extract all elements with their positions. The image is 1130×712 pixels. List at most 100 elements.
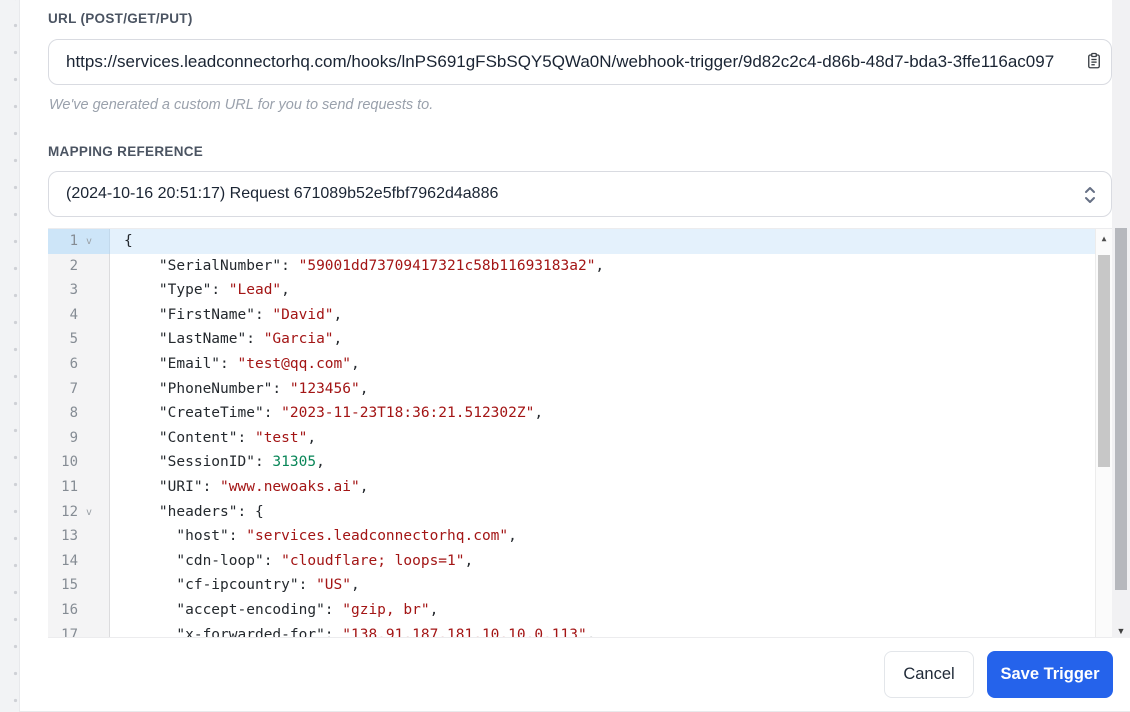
fold-placeholder	[78, 475, 100, 500]
line-number: 5	[69, 331, 78, 348]
fold-placeholder	[78, 598, 100, 623]
fold-placeholder	[78, 524, 100, 549]
code-text: "PhoneNumber": "123456",	[158, 380, 369, 397]
line-gutter: 7	[48, 376, 110, 402]
line-number: 2	[69, 257, 78, 274]
code-line-4[interactable]: 4 "FirstName": "David",	[48, 302, 1112, 328]
code-line-12[interactable]: 12 v "headers": {	[48, 499, 1112, 525]
url-helper-text: We've generated a custom URL for you to …	[49, 97, 434, 113]
code-text: "cf-ipcountry": "US",	[176, 577, 360, 594]
scroll-down-arrow-icon[interactable]: ▼	[1112, 626, 1130, 636]
line-gutter: 14	[48, 548, 110, 574]
up-down-chevron-icon	[1083, 184, 1097, 211]
line-gutter: 1v	[48, 229, 110, 254]
code-line-14[interactable]: 14 "cdn-loop": "cloudflare; loops=1",	[48, 548, 1112, 574]
code-text: "host": "services.leadconnectorhq.com",	[176, 528, 517, 545]
code-text: "x-forwarded-for": "138.91.187.181,10.10…	[176, 626, 596, 638]
modal-footer: Cancel Save Trigger	[20, 638, 1130, 712]
line-gutter: 2	[48, 253, 110, 279]
fold-placeholder	[78, 303, 100, 328]
workflow-canvas-dot-grid	[0, 0, 20, 712]
line-number: 12	[61, 503, 78, 520]
url-field-label: URL (POST/GET/PUT)	[48, 11, 193, 26]
fold-chevron-icon[interactable]: v	[78, 500, 100, 525]
webhook-url-field	[48, 39, 1112, 85]
code-line-6[interactable]: 6 "Email": "test@qq.com",	[48, 351, 1112, 377]
code-text: "CreateTime": "2023-11-23T18:36:21.51230…	[158, 405, 544, 422]
code-line-16[interactable]: 16 "accept-encoding": "gzip, br",	[48, 597, 1112, 623]
line-number: 7	[69, 380, 78, 397]
line-number: 9	[69, 429, 78, 446]
fold-placeholder	[78, 377, 100, 402]
code-line-10[interactable]: 10 "SessionID": 31305,	[48, 450, 1112, 475]
json-payload-editor[interactable]: 1 v{2 "SerialNumber": "59001dd73709417321…	[48, 228, 1112, 638]
line-gutter: 16	[48, 597, 110, 623]
fold-placeholder	[78, 278, 100, 303]
editor-scrollbar[interactable]: ▲	[1095, 229, 1112, 637]
code-text: "cdn-loop": "cloudflare; loops=1",	[176, 552, 474, 569]
fold-placeholder	[78, 254, 100, 279]
line-number: 13	[61, 528, 78, 545]
line-number: 4	[69, 306, 78, 323]
fold-placeholder	[78, 426, 100, 451]
line-number: 10	[61, 454, 78, 471]
line-number: 8	[69, 405, 78, 422]
line-gutter: 13	[48, 524, 110, 549]
code-text: "SessionID": 31305,	[158, 454, 325, 471]
line-gutter: 10	[48, 450, 110, 475]
mapping-reference-select[interactable]: (2024-10-16 20:51:17) Request 671089b52e…	[48, 171, 1112, 217]
line-number: 15	[61, 577, 78, 594]
line-number: 3	[69, 282, 78, 299]
save-trigger-button[interactable]: Save Trigger	[987, 651, 1113, 698]
webhook-url-input[interactable]	[48, 39, 1112, 85]
editor-scrollbar-thumb[interactable]	[1098, 255, 1110, 467]
code-line-2[interactable]: 2 "SerialNumber": "59001dd73709417321c58…	[48, 253, 1112, 279]
fold-placeholder	[78, 623, 100, 638]
code-line-15[interactable]: 15 "cf-ipcountry": "US",	[48, 573, 1112, 598]
code-text: "SerialNumber": "59001dd73709417321c58b1…	[158, 257, 605, 274]
code-line-5[interactable]: 5 "LastName": "Garcia",	[48, 327, 1112, 352]
line-gutter: 8	[48, 401, 110, 426]
code-line-11[interactable]: 11 "URI": "www.newoaks.ai",	[48, 474, 1112, 500]
code-text: "LastName": "Garcia",	[158, 331, 343, 348]
fold-placeholder	[78, 352, 100, 377]
code-line-7[interactable]: 7 "PhoneNumber": "123456",	[48, 376, 1112, 402]
fold-placeholder	[78, 327, 100, 352]
fold-placeholder	[78, 573, 100, 598]
line-gutter: 17	[48, 622, 110, 638]
code-text: {	[124, 233, 133, 249]
code-text: "Email": "test@qq.com",	[158, 355, 360, 372]
clipboard-icon	[1085, 52, 1103, 73]
modal-scrollbar-thumb[interactable]	[1115, 228, 1127, 590]
line-gutter: 11	[48, 474, 110, 500]
copy-url-button[interactable]	[1084, 52, 1104, 72]
mapping-reference-selected-value: (2024-10-16 20:51:17) Request 671089b52e…	[66, 185, 499, 202]
cancel-button[interactable]: Cancel	[884, 651, 974, 698]
code-text: "headers": {	[158, 503, 264, 520]
line-number: 6	[69, 355, 78, 372]
line-gutter: 15	[48, 573, 110, 598]
code-line-1[interactable]: 1 v {	[48, 229, 1112, 254]
scroll-up-arrow-icon[interactable]: ▲	[1096, 234, 1112, 243]
code-line-17[interactable]: 17 "x-forwarded-for": "138.91.187.181,10…	[48, 622, 1112, 638]
line-gutter: 3	[48, 278, 110, 303]
code-lines: 1 v{2 "SerialNumber": "59001dd73709417321…	[48, 229, 1112, 638]
code-line-8[interactable]: 8 "CreateTime": "2023-11-23T18:36:21.512…	[48, 401, 1112, 426]
line-gutter: 5	[48, 327, 110, 352]
code-line-13[interactable]: 13 "host": "services.leadconnectorhq.com…	[48, 524, 1112, 549]
code-text: "URI": "www.newoaks.ai",	[158, 478, 369, 495]
line-number: 1	[69, 233, 78, 249]
code-line-9[interactable]: 9 "Content": "test",	[48, 425, 1112, 451]
mapping-reference-label: MAPPING REFERENCE	[48, 144, 204, 159]
code-text: "Type": "Lead",	[158, 282, 290, 299]
code-text: "Content": "test",	[158, 429, 317, 446]
line-gutter: 12 v	[48, 499, 110, 525]
modal-scrollbar[interactable]: ▼	[1112, 0, 1130, 638]
line-gutter: 9	[48, 425, 110, 451]
fold-chevron-icon[interactable]: v	[78, 229, 100, 254]
fold-placeholder	[78, 450, 100, 475]
line-gutter: 4	[48, 302, 110, 328]
fold-placeholder	[78, 549, 100, 574]
line-number: 14	[61, 552, 78, 569]
code-line-3[interactable]: 3 "Type": "Lead",	[48, 278, 1112, 303]
